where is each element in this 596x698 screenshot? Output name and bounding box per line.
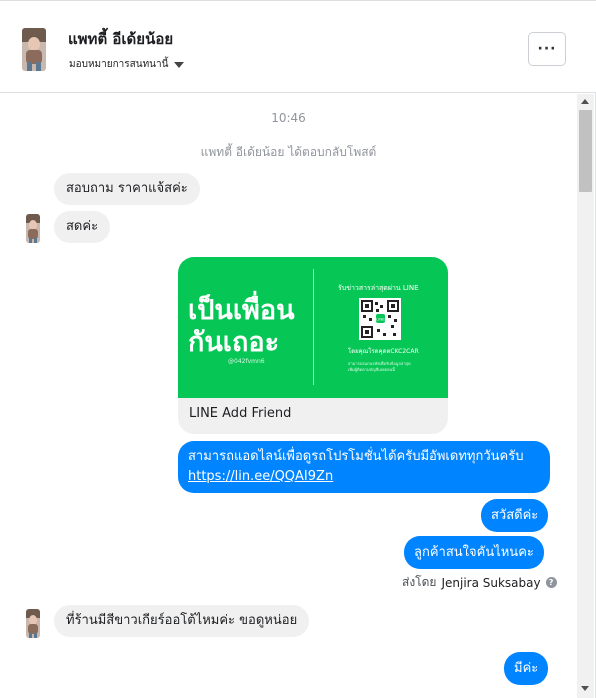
scroll-down-arrow-icon[interactable] — [581, 686, 589, 691]
message-text: สามารถแอดไลน์เพื่อดูรถโปรโมชั่นได้ครับมี… — [188, 449, 524, 464]
line-add-friend-card[interactable]: เป็นเพื่อน กันเถอะ @042fvmn6 รับข่าวสารล… — [178, 257, 448, 434]
profile-photo — [22, 28, 46, 71]
timestamp: 10:46 — [271, 111, 306, 125]
qr-code-icon: LINE — [359, 298, 401, 340]
assign-conversation-dropdown[interactable]: มอบหมายการสนทนานี้ — [69, 57, 185, 72]
avatar[interactable] — [22, 28, 46, 71]
card-headline: เป็นเพื่อน กันเถอะ — [188, 295, 295, 359]
caret-down-icon — [174, 61, 185, 68]
assign-label: มอบหมายการสนทนานี้ — [69, 59, 169, 70]
messenger-panel: แพทตี้ อีเด้ยน้อย มอบหมายการสนทนานี้ ···… — [0, 0, 596, 698]
qr-code-graphic: LINE — [359, 298, 401, 340]
incoming-message[interactable]: สดค่ะ — [54, 211, 111, 243]
system-message: แพทตี้ อีเด้ยน้อย ได้ตอบกลับโพสต์ — [200, 145, 377, 159]
conversation-header: แพทตี้ อีเด้ยน้อย มอบหมายการสนทนานี้ ··· — [0, 1, 596, 93]
card-headline-line1: เป็นเพื่อน — [188, 295, 295, 326]
profile-photo — [26, 609, 40, 638]
outgoing-message[interactable]: มีค่ะ — [504, 652, 549, 685]
incoming-message[interactable]: สอบถาม ราคาแจ้สค่ะ — [54, 173, 200, 205]
info-icon[interactable]: ? — [545, 577, 557, 588]
contact-name[interactable]: แพทตี้ อีเด้ยน้อย — [68, 27, 173, 51]
svg-text:LINE: LINE — [376, 317, 385, 322]
card-title: LINE Add Friend — [189, 406, 292, 421]
card-divider — [313, 269, 314, 385]
customer-avatar[interactable] — [26, 214, 40, 243]
card-small-text: เพิ่มผู้ติดตามบัญชีเลยตอนนี้ — [348, 367, 395, 372]
outgoing-message[interactable]: สวัสดีค่ะ — [481, 499, 549, 532]
scrollbar-thumb[interactable] — [579, 110, 592, 192]
sender-name[interactable]: Jenjira Suksabay — [441, 576, 540, 590]
outgoing-message[interactable]: สามารถแอดไลน์เพื่อดูรถโปรโมชั่นได้ครับมี… — [178, 441, 550, 493]
card-scan-text: โดยคุณโรดคุดตCKC2CAR — [348, 348, 419, 355]
scrollbar[interactable] — [577, 94, 594, 698]
card-subtitle: รับข่าวสารล่าสุดผ่าน LINE — [338, 284, 419, 292]
line-card-image: เป็นเพื่อน กันเถอะ @042fvmn6 รับข่าวสารล… — [178, 257, 448, 398]
more-options-button[interactable]: ··· — [528, 32, 566, 66]
customer-avatar[interactable] — [26, 609, 40, 638]
line-link[interactable]: https://lin.ee/QQAI9Zn — [188, 469, 333, 484]
card-headline-line2: กันเถอะ — [188, 327, 280, 358]
incoming-message[interactable]: ที่ร้านมีสีขาวเกียร์ออโต้ไหมค่ะ ขอดูหน่อ… — [54, 605, 310, 637]
more-icon: ··· — [537, 41, 557, 57]
profile-photo — [26, 214, 40, 243]
outgoing-message[interactable]: ลูกค้าสนใจคันไหนคะ — [404, 536, 544, 569]
scroll-up-arrow-icon[interactable] — [581, 99, 589, 104]
sent-by-prefix: ส่งโดย — [402, 575, 437, 589]
sent-by-label: ส่งโดย Jenjira Suksabay ? — [402, 573, 557, 592]
card-handle: @042fvmn6 — [228, 358, 265, 365]
